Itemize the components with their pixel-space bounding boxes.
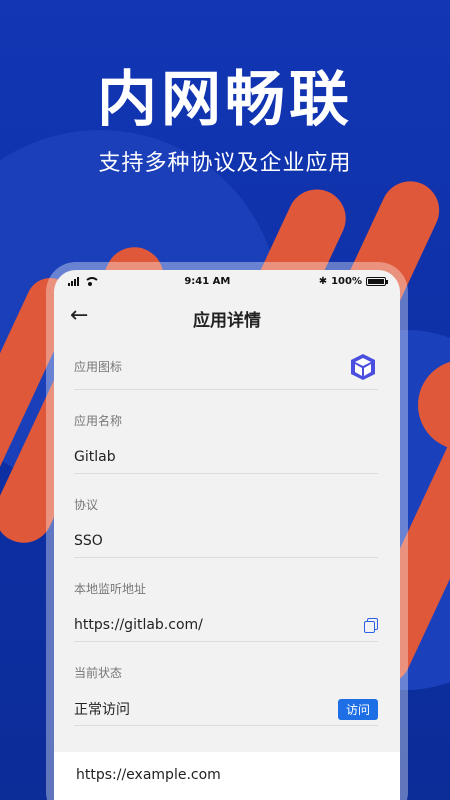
- status-label: 当前状态: [74, 666, 123, 680]
- headline: 内网畅联: [97, 65, 353, 135]
- back-arrow-icon[interactable]: ←: [70, 304, 94, 328]
- nav-bar: ← 应用详情: [54, 292, 400, 344]
- url-text[interactable]: https://example.com: [76, 767, 221, 783]
- app-cube-icon: [351, 353, 375, 380]
- app-name-value: Gitlab: [74, 449, 116, 465]
- app-icon-label: 应用图标: [74, 360, 123, 374]
- status-value: 正常访问: [74, 702, 130, 718]
- app-name-row: 应用名称 Gitlab: [74, 390, 378, 474]
- listen-address-value: https://gitlab.com/: [74, 617, 203, 633]
- protocol-label: 协议: [74, 498, 99, 512]
- visit-button[interactable]: 访问: [337, 698, 378, 720]
- status-right: ✱ 100%: [318, 275, 388, 287]
- detail-form: 应用图标 应用名称 Gitlab 协议 SSO 本地监听地址 https://g…: [54, 344, 400, 726]
- bluetooth-icon: ✱: [318, 275, 328, 287]
- status-row: 当前状态 正常访问 访问: [74, 642, 378, 726]
- battery-icon: [366, 276, 388, 286]
- subline: 支持多种协议及企业应用: [98, 151, 352, 176]
- app-name-label: 应用名称: [74, 414, 123, 428]
- status-left: [68, 276, 100, 286]
- url-card: https://example.com: [54, 752, 400, 800]
- copy-icon[interactable]: [364, 618, 378, 633]
- page-title: 应用详情: [193, 310, 261, 331]
- listen-address-label: 本地监听地址: [74, 582, 147, 596]
- phone-frame: 9:41 AM ✱ 100% ← 应用详情 应用图标 应用名称 Gitlab 协…: [46, 262, 408, 800]
- listen-address-row: 本地监听地址 https://gitlab.com/: [74, 558, 378, 642]
- battery-percent: 100%: [331, 275, 362, 287]
- signal-icon: [68, 276, 79, 286]
- wifi-icon: [84, 276, 100, 286]
- protocol-row: 协议 SSO: [74, 474, 378, 558]
- status-time: 9:41 AM: [184, 275, 231, 287]
- status-bar: 9:41 AM ✱ 100%: [54, 270, 400, 292]
- protocol-value: SSO: [74, 533, 103, 549]
- phone-screen: 9:41 AM ✱ 100% ← 应用详情 应用图标 应用名称 Gitlab 协…: [54, 270, 400, 800]
- app-icon-row: 应用图标: [74, 344, 378, 390]
